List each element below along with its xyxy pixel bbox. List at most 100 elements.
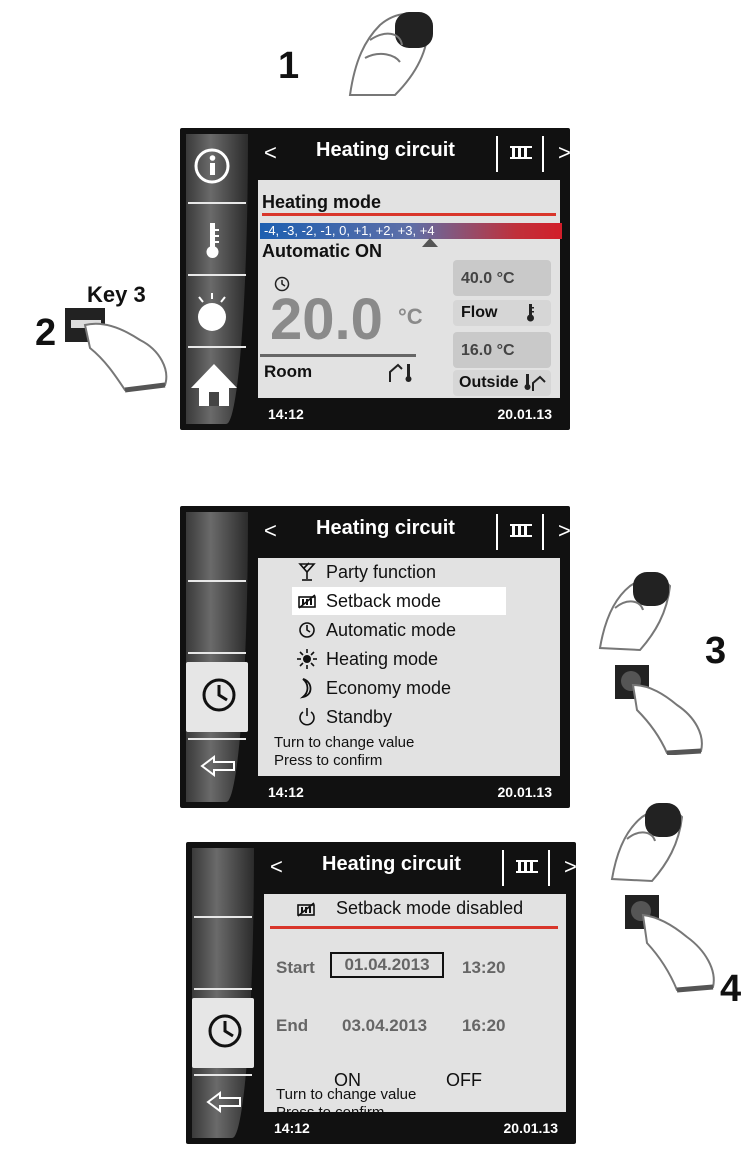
hand-turning-knob-icon — [348, 12, 433, 96]
step-2-number: 2 — [35, 312, 57, 354]
setback-status: Setback mode disabled — [336, 898, 524, 918]
menu-item-setback-selected[interactable]: Setback mode — [292, 587, 506, 615]
mode-status: Automatic ON — [262, 241, 383, 261]
menu-item-heating[interactable]: Heating mode — [292, 645, 438, 673]
room-sensor-icon — [389, 363, 412, 382]
thermometer-icon — [527, 304, 534, 322]
offset-scale[interactable]: -4, -3, -2, -1, 0, +1, +2, +3, +4 — [260, 223, 562, 239]
start-time[interactable]: 13:20 — [462, 958, 505, 978]
power-icon — [292, 707, 322, 727]
divider — [542, 514, 544, 550]
chevron-left-icon[interactable]: < — [270, 854, 283, 880]
hint-press: Press to confirm — [274, 752, 383, 769]
home-icon[interactable] — [188, 364, 240, 406]
end-time[interactable]: 16:20 — [462, 1016, 505, 1036]
menu-item-label: Setback mode — [326, 590, 442, 611]
menu-item-party[interactable]: Party function — [292, 558, 436, 586]
radiator-icon[interactable] — [516, 858, 538, 874]
start-date-field[interactable]: 01.04.2013 — [330, 952, 444, 978]
end-label: End — [276, 1016, 309, 1035]
lamp-icon[interactable] — [192, 292, 232, 332]
menu-content: Party function Setback mode Automatic mo… — [258, 558, 560, 776]
divider — [542, 136, 544, 172]
info-icon[interactable] — [192, 146, 232, 186]
sidebar-divider — [194, 1074, 252, 1076]
hint-turn: Turn to change value — [274, 734, 415, 751]
back-arrow-icon[interactable] — [200, 754, 238, 778]
date: 20.01.13 — [503, 1120, 559, 1136]
sidebar-divider — [188, 738, 246, 740]
screen-title: Heating circuit — [316, 517, 455, 539]
outside-label-box: Outside — [453, 370, 551, 396]
chevron-right-icon[interactable]: > — [558, 140, 571, 166]
outside-label: Outside — [459, 374, 519, 391]
chevron-right-icon[interactable]: > — [558, 518, 571, 544]
start-label: Start — [276, 958, 315, 977]
hand-pressing-knob-icon — [615, 665, 703, 755]
flow-label: Flow — [461, 304, 498, 321]
screen-3-device: < Heating circuit > Setback mode disable… — [186, 842, 577, 1144]
back-arrow-icon[interactable] — [206, 1090, 244, 1114]
menu-item-economy[interactable]: Economy mode — [292, 674, 451, 702]
flow-temperature: 40.0 °C — [461, 270, 515, 287]
sun-icon — [292, 648, 322, 670]
room-temperature: 20.0 — [270, 287, 383, 352]
screen-title: Heating circuit — [322, 853, 461, 875]
accent-line — [270, 926, 558, 929]
sidebar-divider — [188, 202, 246, 204]
radiator-icon[interactable] — [510, 522, 532, 538]
menu-item-label: Automatic mode — [326, 619, 457, 640]
screen-title: Heating circuit — [316, 139, 455, 161]
accent-line — [262, 213, 556, 216]
radiator-icon[interactable] — [510, 144, 532, 160]
party-icon — [292, 562, 322, 582]
heading: Heating mode — [262, 192, 382, 212]
menu-item-label: Heating mode — [326, 648, 439, 669]
flow-label-box: Flow — [453, 300, 551, 326]
sidebar-divider — [194, 988, 252, 990]
menu-item-standby[interactable]: Standby — [292, 703, 392, 731]
clock-time: 14:12 — [268, 784, 304, 800]
hand-turning-knob-icon-2 — [598, 572, 672, 652]
sidebar-selected-item[interactable] — [192, 998, 254, 1068]
setback-icon — [297, 902, 315, 917]
sidebar-divider — [188, 274, 246, 276]
step-1-number: 1 — [278, 45, 300, 87]
thermometer-icon[interactable] — [192, 220, 232, 260]
sidebar-divider — [188, 652, 246, 654]
sidebar-divider — [188, 346, 246, 348]
sidebar-selected-item[interactable] — [186, 662, 248, 732]
clock-icon — [202, 678, 236, 712]
outside-temperature: 16.0 °C — [461, 342, 515, 359]
top-bar: < Heating circuit > — [260, 134, 571, 172]
flow-temperature-box: 40.0 °C — [453, 260, 551, 296]
sidebar-divider — [194, 916, 252, 918]
clock-time: 14:12 — [268, 406, 304, 422]
menu-item-label: Standby — [326, 706, 393, 727]
divider — [502, 850, 504, 886]
chevron-left-icon[interactable]: < — [264, 518, 277, 544]
bottom-bar: 14:12 20.01.13 — [260, 778, 562, 806]
setback-content: Setback mode disabled Start 01.04.2013 1… — [264, 894, 566, 1112]
temperature-unit: °C — [398, 304, 423, 329]
bottom-bar: 14:12 20.01.13 — [266, 1114, 568, 1142]
clock-icon — [292, 621, 322, 639]
hand-pressing-key-icon — [65, 308, 168, 393]
setback-icon — [292, 593, 322, 609]
bottom-bar: 14:12 20.01.13 — [260, 400, 562, 428]
room-label: Room — [264, 362, 313, 381]
divider — [548, 850, 550, 886]
chevron-left-icon[interactable]: < — [264, 140, 277, 166]
divider — [496, 136, 498, 172]
hint-turn: Turn to change value — [276, 1086, 417, 1103]
chevron-right-icon[interactable]: > — [564, 854, 577, 880]
scale-marker-icon — [422, 238, 438, 247]
menu-item-automatic[interactable]: Automatic mode — [292, 616, 456, 644]
off-option[interactable]: OFF — [446, 1070, 482, 1091]
divider — [496, 514, 498, 550]
sidebar-divider — [188, 580, 246, 582]
moon-icon — [292, 677, 322, 699]
clock-time: 14:12 — [274, 1120, 310, 1136]
date: 20.01.13 — [497, 784, 553, 800]
end-date[interactable]: 03.04.2013 — [342, 1016, 427, 1036]
